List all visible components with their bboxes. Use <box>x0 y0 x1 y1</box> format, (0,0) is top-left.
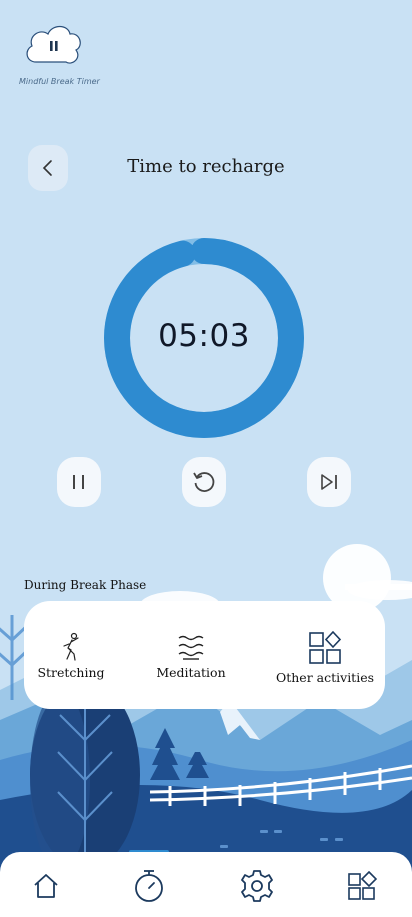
page-title: Time to recharge <box>127 156 285 177</box>
skip-icon <box>321 474 337 490</box>
activity-meditation[interactable]: Meditation <box>156 601 226 709</box>
pause-button[interactable] <box>57 457 101 507</box>
activity-label: Stretching <box>37 665 105 680</box>
app-logo <box>22 22 86 70</box>
activity-label: Other activities <box>275 670 375 685</box>
home-icon <box>34 874 58 898</box>
restart-button[interactable] <box>182 457 226 507</box>
skip-button[interactable] <box>307 457 351 507</box>
nav-timer[interactable] <box>127 864 171 908</box>
restart-icon <box>193 472 215 492</box>
bottom-nav <box>0 852 412 917</box>
other-activities-icon <box>309 631 342 664</box>
activity-other[interactable]: Other activities <box>276 601 374 709</box>
stretching-icon <box>63 632 79 661</box>
app-caption: Mindful Break Timer <box>19 77 100 86</box>
meditation-icon <box>178 635 204 660</box>
timer-icon <box>135 870 163 902</box>
nav-settings[interactable] <box>235 864 279 908</box>
pause-icon <box>73 475 84 489</box>
activity-label: Meditation <box>156 665 226 680</box>
nav-home[interactable] <box>24 864 68 908</box>
nav-apps[interactable] <box>340 864 384 908</box>
gear-icon <box>241 870 273 902</box>
activities-card: Stretching Meditation Other activities <box>24 601 385 709</box>
phase-label: During Break Phase <box>24 578 147 592</box>
timer-display: 05:03 <box>158 318 250 354</box>
cloud-logo-icon <box>26 25 81 64</box>
apps-icon <box>348 871 377 900</box>
activity-stretching[interactable]: Stretching <box>37 601 105 709</box>
